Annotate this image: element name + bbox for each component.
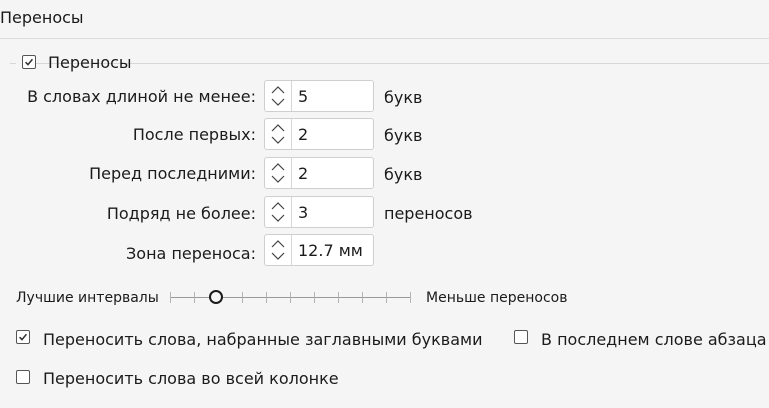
spinner-arrows-icon[interactable] (265, 81, 292, 111)
slider-tick (266, 292, 267, 303)
hyphenation-zone-stepper[interactable]: 12.7 мм (264, 234, 374, 266)
field-value[interactable]: 3 (298, 203, 308, 222)
panel-title: Переносы (0, 8, 84, 27)
whole-column-checkbox[interactable] (16, 370, 30, 384)
field-unit: букв (384, 88, 423, 107)
field-label: Подряд не более: (106, 204, 256, 223)
hyphenation-checkbox[interactable] (22, 55, 36, 69)
whole-column-label: Переносить слова во всей колонке (43, 369, 339, 388)
title-divider (0, 38, 769, 39)
caps-hyphenate-checkbox[interactable] (16, 330, 30, 344)
slider-tick (290, 292, 291, 303)
slider-handle[interactable] (209, 290, 223, 304)
field-value[interactable]: 5 (298, 87, 308, 106)
consecutive-hyphens-stepper[interactable]: 3 (264, 196, 374, 228)
field-label: В словах длиной не менее: (27, 87, 256, 106)
spinner-arrows-icon[interactable] (265, 158, 292, 188)
slider-tick (362, 292, 363, 303)
last-word-checkbox[interactable] (514, 330, 528, 344)
slider-tick (314, 292, 315, 303)
slider-tick (170, 292, 171, 303)
field-label: Перед последними: (89, 164, 256, 183)
slider-tick (242, 292, 243, 303)
field-value[interactable]: 2 (298, 164, 308, 183)
caps-hyphenate-label: Переносить слова, набранные заглавными б… (43, 330, 483, 349)
field-unit: букв (384, 126, 423, 145)
field-value[interactable]: 12.7 мм (298, 241, 363, 260)
after-first-stepper[interactable]: 2 (264, 118, 374, 150)
min-word-length-stepper[interactable]: 5 (264, 80, 374, 112)
slider-tick (386, 292, 387, 303)
field-label: После первых: (132, 125, 256, 144)
spinner-arrows-icon[interactable] (265, 119, 292, 149)
slider-tick (410, 292, 411, 303)
slider-left-label: Лучшие интервалы (16, 290, 159, 306)
last-word-label: В последнем слове абзаца (541, 330, 767, 349)
field-unit: переносов (384, 204, 473, 223)
before-last-stepper[interactable]: 2 (264, 157, 374, 189)
hyphenation-group-legend: Переносы (16, 53, 132, 75)
spinner-arrows-icon[interactable] (265, 197, 292, 227)
slider-tick (338, 292, 339, 303)
field-value[interactable]: 2 (298, 125, 308, 144)
slider-tick (194, 292, 195, 303)
field-label: Зона переноса: (126, 244, 256, 263)
slider-right-label: Меньше переносов (426, 290, 568, 306)
checkmark-icon (19, 333, 28, 341)
checkmark-icon (25, 58, 34, 66)
field-unit: букв (384, 165, 423, 184)
spinner-arrows-icon[interactable] (265, 235, 292, 265)
hyphenation-label: Переносы (48, 53, 132, 72)
